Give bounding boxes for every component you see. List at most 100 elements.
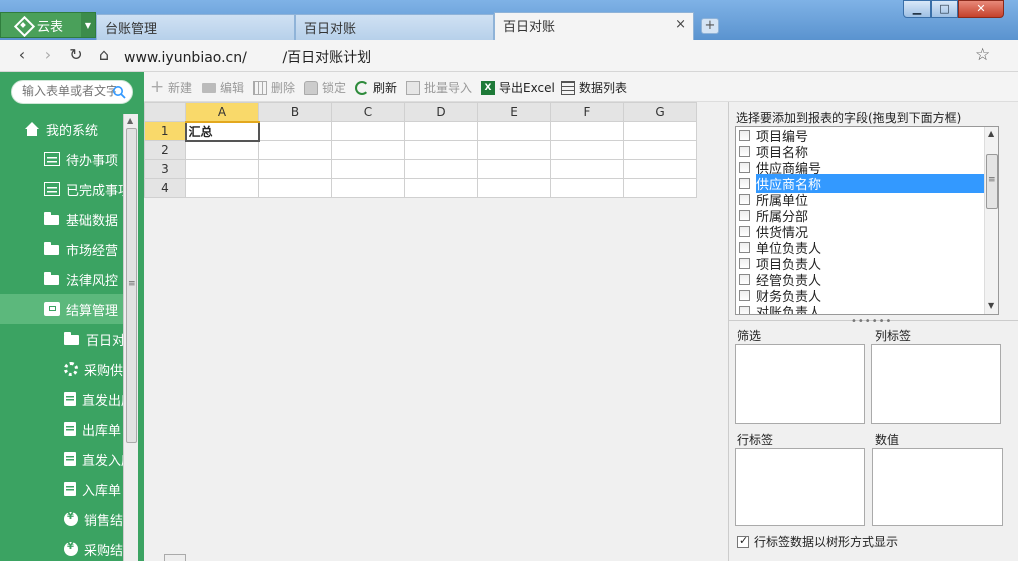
close-tab-icon[interactable]: × <box>675 17 686 32</box>
cell[interactable] <box>185 159 259 179</box>
sidebar-item-sales-settlement[interactable]: 销售结算 <box>0 504 124 534</box>
tab-reconciliation-active[interactable]: 百日对账 × <box>494 12 694 40</box>
maximize-button[interactable]: □ <box>931 0 958 18</box>
column-header[interactable]: G <box>623 102 697 122</box>
scroll-up-icon[interactable]: ▲ <box>988 129 994 138</box>
sidebar-item-purchase-settlement[interactable]: 采购结算 <box>0 534 124 564</box>
column-header[interactable]: E <box>477 102 551 122</box>
sheet-tab-stub[interactable] <box>164 554 186 561</box>
field-list[interactable]: 项目编号 项目名称 供应商编号 供应商名称 所属单位 所属分部 供货情况 单位负… <box>735 126 999 315</box>
new-button[interactable]: 新建 <box>150 77 192 97</box>
sidebar-item-my-system[interactable]: 我的系统 <box>0 114 124 144</box>
cell[interactable] <box>550 159 624 179</box>
checkbox[interactable] <box>739 241 750 253</box>
checkbox[interactable] <box>739 225 750 237</box>
cell[interactable] <box>477 121 551 141</box>
column-header[interactable]: B <box>258 102 332 122</box>
cell[interactable] <box>623 140 697 160</box>
row-labels-drop-zone[interactable] <box>735 448 865 526</box>
bookmark-star-icon[interactable]: ☆ <box>975 45 990 65</box>
sidebar-item-reconciliation[interactable]: 百日对账 <box>0 324 124 354</box>
cell[interactable] <box>550 178 624 198</box>
cell[interactable] <box>331 121 405 141</box>
close-window-button[interactable]: ✕ <box>958 0 1004 18</box>
search-input[interactable] <box>22 84 116 98</box>
sidebar-item-purchase-supply[interactable]: 采购供货 <box>0 354 124 384</box>
cell[interactable] <box>623 178 697 198</box>
url-field[interactable]: www.iyunbiao.cn/ /百日对账计划 <box>124 47 371 67</box>
delete-button[interactable]: 删除 <box>253 79 295 96</box>
cell[interactable] <box>550 140 624 160</box>
checkbox[interactable] <box>739 289 750 301</box>
cell[interactable] <box>550 121 624 141</box>
column-header[interactable]: A <box>185 102 259 123</box>
scrollbar-thumb[interactable]: ≡ <box>986 154 998 209</box>
scroll-down-icon[interactable]: ▼ <box>988 301 994 310</box>
corner-cell[interactable] <box>144 102 186 122</box>
sidebar-item-inbound-order[interactable]: 入库单 <box>0 474 124 504</box>
cell[interactable] <box>623 121 697 141</box>
sidebar-item-basic-data[interactable]: 基础数据 <box>0 204 124 234</box>
field-list-scrollbar[interactable]: ▲ ≡ ▼ <box>984 127 998 314</box>
data-list-button[interactable]: 数据列表 <box>561 79 627 96</box>
back-icon[interactable]: ‹ <box>12 45 32 65</box>
sidebar-item-direct-inbound[interactable]: 直发入库 <box>0 444 124 474</box>
search-box[interactable] <box>11 80 133 104</box>
edit-button[interactable]: 编辑 <box>202 79 244 96</box>
checkbox[interactable] <box>739 145 750 157</box>
cell[interactable] <box>258 178 332 198</box>
tab-ledger-management[interactable]: 台账管理 <box>96 14 295 40</box>
cell[interactable] <box>477 140 551 160</box>
batch-import-button[interactable]: 批量导入 <box>406 79 472 96</box>
cell[interactable] <box>258 121 332 141</box>
sidebar-item-todo[interactable]: 待办事项 <box>0 144 124 174</box>
panel-splitter[interactable]: •••••• <box>729 316 1018 327</box>
checkbox[interactable] <box>739 177 750 189</box>
row-header[interactable]: 3 <box>144 159 186 179</box>
sidebar-item-outbound-order[interactable]: 出库单 <box>0 414 124 444</box>
checkbox[interactable] <box>739 193 750 205</box>
sidebar-scrollbar[interactable]: ▲ ≡ <box>123 114 138 561</box>
row-header[interactable]: 1 <box>144 121 186 141</box>
cell[interactable] <box>258 159 332 179</box>
field-item[interactable]: 对账负责人 <box>739 303 821 314</box>
cell[interactable] <box>331 140 405 160</box>
cell[interactable] <box>404 140 478 160</box>
scrollbar-thumb[interactable]: ≡ <box>126 128 137 443</box>
row-header[interactable]: 2 <box>144 140 186 160</box>
scroll-up-icon[interactable]: ▲ <box>127 116 133 125</box>
forward-icon[interactable]: › <box>38 45 58 65</box>
cell[interactable] <box>623 159 697 179</box>
cell[interactable] <box>258 140 332 160</box>
spreadsheet-area[interactable]: A B C D E F G 1 汇总 2 3 4 <box>144 102 729 561</box>
lock-button[interactable]: 锁定 <box>304 79 346 96</box>
tree-display-checkbox[interactable]: 行标签数据以树形方式显示 <box>737 533 898 550</box>
spreadsheet-grid[interactable]: A B C D E F G 1 汇总 2 3 4 <box>144 102 697 198</box>
reload-icon[interactable]: ↻ <box>66 45 86 65</box>
cell[interactable] <box>331 178 405 198</box>
refresh-button[interactable]: 刷新 <box>355 79 397 96</box>
cell[interactable] <box>477 178 551 198</box>
sidebar-item-legal-risk[interactable]: 法律风控 <box>0 264 124 294</box>
row-header[interactable]: 4 <box>144 178 186 198</box>
chevron-down-icon[interactable]: ▼ <box>81 13 95 37</box>
cell-A1[interactable]: 汇总 <box>184 120 260 142</box>
column-header[interactable]: D <box>404 102 478 122</box>
checkbox[interactable] <box>739 273 750 285</box>
search-icon[interactable] <box>112 85 126 99</box>
checkbox[interactable] <box>739 257 750 269</box>
sidebar-item-settlement[interactable]: 结算管理 <box>0 294 124 324</box>
column-header[interactable]: F <box>550 102 624 122</box>
checkbox[interactable] <box>739 161 750 173</box>
cell[interactable] <box>331 159 405 179</box>
home-page-icon[interactable]: ⌂ <box>94 45 114 65</box>
column-labels-drop-zone[interactable] <box>871 344 1001 424</box>
app-menu-button[interactable]: 云表 ▼ <box>0 12 96 38</box>
minimize-button[interactable]: ▁ <box>903 0 931 18</box>
sidebar-item-completed[interactable]: 已完成事项 <box>0 174 124 204</box>
cell[interactable] <box>404 121 478 141</box>
column-header[interactable]: C <box>331 102 405 122</box>
checkbox-checked[interactable] <box>737 534 749 548</box>
filter-drop-zone[interactable] <box>735 344 865 424</box>
checkbox[interactable] <box>739 305 750 314</box>
